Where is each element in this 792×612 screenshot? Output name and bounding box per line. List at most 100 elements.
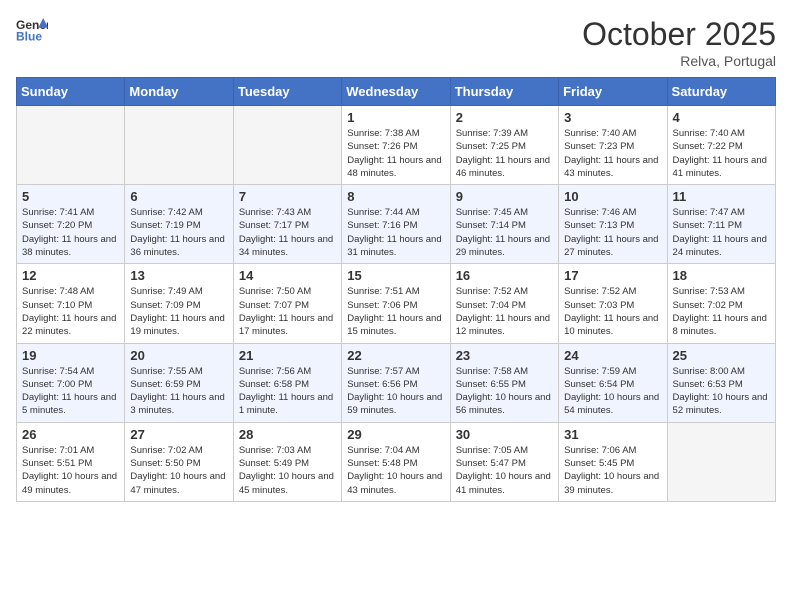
day-info: Sunrise: 7:47 AMSunset: 7:11 PMDaylight:… bbox=[673, 206, 770, 259]
day-number: 27 bbox=[130, 427, 227, 442]
calendar-cell: 11 Sunrise: 7:47 AMSunset: 7:11 PMDayligh… bbox=[667, 185, 775, 264]
calendar-cell bbox=[233, 106, 341, 185]
calendar-cell: 14 Sunrise: 7:50 AMSunset: 7:07 PMDayligh… bbox=[233, 264, 341, 343]
calendar-cell: 30Sunrise: 7:05 AMSunset: 5:47 PMDayligh… bbox=[450, 422, 558, 501]
day-number: 10 bbox=[564, 189, 661, 204]
calendar-cell: 13Sunrise: 7:49 AMSunset: 7:09 PMDayligh… bbox=[125, 264, 233, 343]
calendar-cell: 12Sunrise: 7:48 AMSunset: 7:10 PMDayligh… bbox=[17, 264, 125, 343]
calendar-cell: 31Sunrise: 7:06 AMSunset: 5:45 PMDayligh… bbox=[559, 422, 667, 501]
logo-icon: General Blue bbox=[16, 16, 48, 44]
day-info: Sunrise: 7:58 AMSunset: 6:55 PMDaylight:… bbox=[456, 365, 553, 418]
day-info: Sunrise: 8:00 AMSunset: 6:53 PMDaylight:… bbox=[673, 365, 770, 418]
day-number: 9 bbox=[456, 189, 553, 204]
day-number: 23 bbox=[456, 348, 553, 363]
day-info: Sunrise: 7:40 AMSunset: 7:22 PMDaylight:… bbox=[673, 127, 770, 180]
calendar-cell: 29 Sunrise: 7:04 AMSunset: 5:48 PMDayligh… bbox=[342, 422, 450, 501]
day-number: 20 bbox=[130, 348, 227, 363]
day-number: 8 bbox=[347, 189, 444, 204]
calendar-cell: 27 Sunrise: 7:02 AMSunset: 5:50 PMDayligh… bbox=[125, 422, 233, 501]
title-area: October 2025 Relva, Portugal bbox=[582, 16, 776, 69]
calendar-week-row: 5 Sunrise: 7:41 AMSunset: 7:20 PMDaylight… bbox=[17, 185, 776, 264]
day-info: Sunrise: 7:41 AMSunset: 7:20 PMDaylight:… bbox=[22, 206, 119, 259]
calendar-cell: 5 Sunrise: 7:41 AMSunset: 7:20 PMDaylight… bbox=[17, 185, 125, 264]
day-number: 19 bbox=[22, 348, 119, 363]
calendar-cell: 22 Sunrise: 7:57 AMSunset: 6:56 PMDayligh… bbox=[342, 343, 450, 422]
day-info: Sunrise: 7:44 AMSunset: 7:16 PMDaylight:… bbox=[347, 206, 444, 259]
day-number: 6 bbox=[130, 189, 227, 204]
weekday-header: Tuesday bbox=[233, 78, 341, 106]
calendar-cell: 28 Sunrise: 7:03 AMSunset: 5:49 PMDayligh… bbox=[233, 422, 341, 501]
day-info: Sunrise: 7:45 AMSunset: 7:14 PMDaylight:… bbox=[456, 206, 553, 259]
location-subtitle: Relva, Portugal bbox=[582, 53, 776, 69]
day-number: 14 bbox=[239, 268, 336, 283]
day-number: 22 bbox=[347, 348, 444, 363]
day-info: Sunrise: 7:51 AMSunset: 7:06 PMDaylight:… bbox=[347, 285, 444, 338]
day-number: 5 bbox=[22, 189, 119, 204]
calendar-cell: 23 Sunrise: 7:58 AMSunset: 6:55 PMDayligh… bbox=[450, 343, 558, 422]
weekday-header: Saturday bbox=[667, 78, 775, 106]
calendar-cell: 25 Sunrise: 8:00 AMSunset: 6:53 PMDayligh… bbox=[667, 343, 775, 422]
day-info: Sunrise: 7:42 AMSunset: 7:19 PMDaylight:… bbox=[130, 206, 227, 259]
day-info: Sunrise: 7:57 AMSunset: 6:56 PMDaylight:… bbox=[347, 365, 444, 418]
calendar-week-row: 26Sunrise: 7:01 AMSunset: 5:51 PMDayligh… bbox=[17, 422, 776, 501]
calendar-cell: 1Sunrise: 7:38 AMSunset: 7:26 PMDaylight… bbox=[342, 106, 450, 185]
weekday-header: Sunday bbox=[17, 78, 125, 106]
day-info: Sunrise: 7:50 AMSunset: 7:07 PMDaylight:… bbox=[239, 285, 336, 338]
calendar-cell: 26Sunrise: 7:01 AMSunset: 5:51 PMDayligh… bbox=[17, 422, 125, 501]
logo: General Blue bbox=[16, 16, 48, 44]
day-number: 21 bbox=[239, 348, 336, 363]
calendar-cell: 9 Sunrise: 7:45 AMSunset: 7:14 PMDaylight… bbox=[450, 185, 558, 264]
day-number: 3 bbox=[564, 110, 661, 125]
svg-text:Blue: Blue bbox=[16, 29, 42, 43]
calendar-week-row: 19 Sunrise: 7:54 AMSunset: 7:00 PMDayligh… bbox=[17, 343, 776, 422]
day-info: Sunrise: 7:40 AMSunset: 7:23 PMDaylight:… bbox=[564, 127, 661, 180]
day-number: 7 bbox=[239, 189, 336, 204]
day-info: Sunrise: 7:03 AMSunset: 5:49 PMDaylight:… bbox=[239, 444, 336, 497]
day-number: 4 bbox=[673, 110, 770, 125]
calendar-week-row: 12Sunrise: 7:48 AMSunset: 7:10 PMDayligh… bbox=[17, 264, 776, 343]
day-number: 13 bbox=[130, 268, 227, 283]
day-number: 28 bbox=[239, 427, 336, 442]
day-number: 29 bbox=[347, 427, 444, 442]
weekday-header: Thursday bbox=[450, 78, 558, 106]
weekday-header: Friday bbox=[559, 78, 667, 106]
day-info: Sunrise: 7:59 AMSunset: 6:54 PMDaylight:… bbox=[564, 365, 661, 418]
calendar-cell: 17Sunrise: 7:52 AMSunset: 7:03 PMDayligh… bbox=[559, 264, 667, 343]
day-number: 2 bbox=[456, 110, 553, 125]
day-info: Sunrise: 7:05 AMSunset: 5:47 PMDaylight:… bbox=[456, 444, 553, 497]
calendar-cell bbox=[125, 106, 233, 185]
page-header: General Blue October 2025 Relva, Portuga… bbox=[16, 16, 776, 69]
calendar-cell: 16Sunrise: 7:52 AMSunset: 7:04 PMDayligh… bbox=[450, 264, 558, 343]
day-number: 12 bbox=[22, 268, 119, 283]
calendar-cell: 24Sunrise: 7:59 AMSunset: 6:54 PMDayligh… bbox=[559, 343, 667, 422]
day-info: Sunrise: 7:53 AMSunset: 7:02 PMDaylight:… bbox=[673, 285, 770, 338]
calendar-cell: 7 Sunrise: 7:43 AMSunset: 7:17 PMDaylight… bbox=[233, 185, 341, 264]
calendar-cell bbox=[667, 422, 775, 501]
day-number: 16 bbox=[456, 268, 553, 283]
calendar-cell: 3 Sunrise: 7:40 AMSunset: 7:23 PMDaylight… bbox=[559, 106, 667, 185]
day-number: 25 bbox=[673, 348, 770, 363]
calendar-cell: 21 Sunrise: 7:56 AMSunset: 6:58 PMDayligh… bbox=[233, 343, 341, 422]
day-info: Sunrise: 7:01 AMSunset: 5:51 PMDaylight:… bbox=[22, 444, 119, 497]
day-info: Sunrise: 7:39 AMSunset: 7:25 PMDaylight:… bbox=[456, 127, 553, 180]
calendar-cell: 4 Sunrise: 7:40 AMSunset: 7:22 PMDaylight… bbox=[667, 106, 775, 185]
day-number: 18 bbox=[673, 268, 770, 283]
calendar-cell: 10Sunrise: 7:46 AMSunset: 7:13 PMDayligh… bbox=[559, 185, 667, 264]
day-number: 17 bbox=[564, 268, 661, 283]
day-info: Sunrise: 7:56 AMSunset: 6:58 PMDaylight:… bbox=[239, 365, 336, 418]
day-number: 15 bbox=[347, 268, 444, 283]
day-number: 1 bbox=[347, 110, 444, 125]
weekday-header: Wednesday bbox=[342, 78, 450, 106]
day-info: Sunrise: 7:04 AMSunset: 5:48 PMDaylight:… bbox=[347, 444, 444, 497]
calendar-cell: 20 Sunrise: 7:55 AMSunset: 6:59 PMDayligh… bbox=[125, 343, 233, 422]
calendar-cell bbox=[17, 106, 125, 185]
month-title: October 2025 bbox=[582, 16, 776, 53]
calendar-cell: 8 Sunrise: 7:44 AMSunset: 7:16 PMDaylight… bbox=[342, 185, 450, 264]
day-info: Sunrise: 7:54 AMSunset: 7:00 PMDaylight:… bbox=[22, 365, 119, 418]
day-info: Sunrise: 7:43 AMSunset: 7:17 PMDaylight:… bbox=[239, 206, 336, 259]
day-number: 11 bbox=[673, 189, 770, 204]
day-info: Sunrise: 7:06 AMSunset: 5:45 PMDaylight:… bbox=[564, 444, 661, 497]
day-info: Sunrise: 7:02 AMSunset: 5:50 PMDaylight:… bbox=[130, 444, 227, 497]
day-info: Sunrise: 7:55 AMSunset: 6:59 PMDaylight:… bbox=[130, 365, 227, 418]
calendar-cell: 15 Sunrise: 7:51 AMSunset: 7:06 PMDayligh… bbox=[342, 264, 450, 343]
